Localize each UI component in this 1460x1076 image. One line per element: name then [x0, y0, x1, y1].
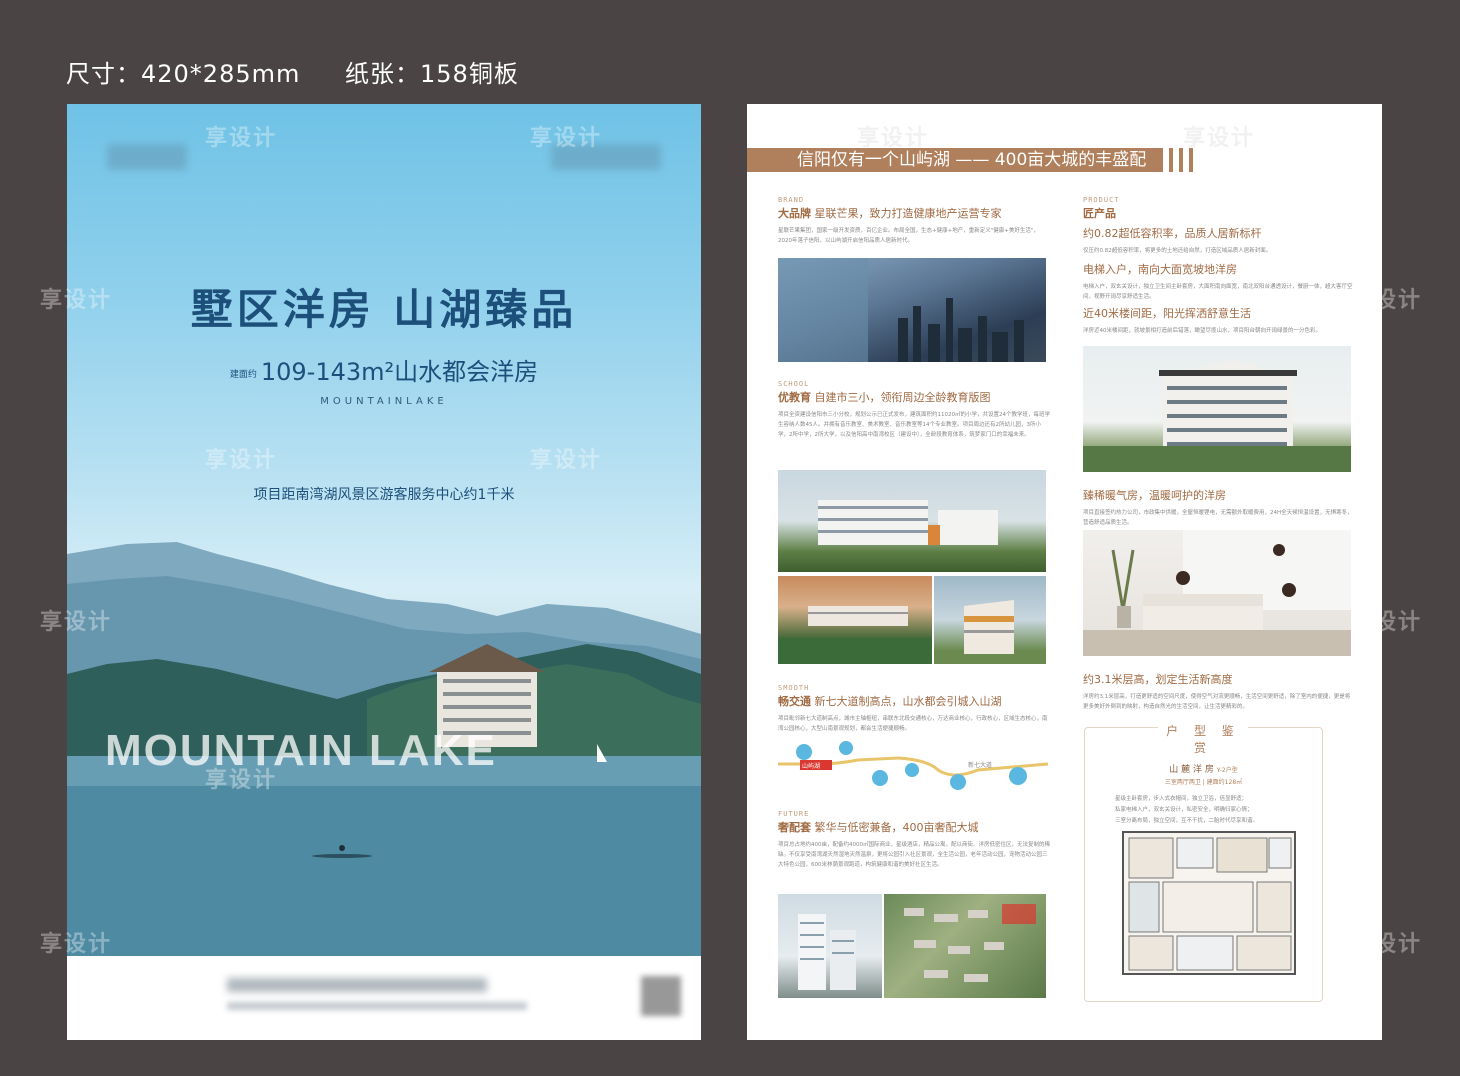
map-label-project: 山屿湖 — [802, 762, 820, 770]
area-line: 建面约 109-143m²山水都会洋房 — [67, 352, 701, 387]
watermark: 享设计 — [530, 448, 603, 473]
product-title: 约0.82超低容积率，品质人居新标杆 — [1083, 227, 1262, 240]
traffic-text: 项目毗邻新七大道制高点，城市主轴枢纽，串联东北段交通核心，万达商业核心，行政核心… — [778, 716, 1048, 732]
school-campus-photo — [778, 576, 932, 664]
spec-line: 尺寸：420*285mm 纸张：158铜板 — [66, 54, 555, 89]
english-name: MOUNTAINLAKE — [320, 396, 448, 407]
traffic-title: 畅交通 新七大道制高点，山水都会引城入山湖 — [778, 695, 1002, 708]
ceiling-text: 洋房约3.1米层高，打造更舒适的空间尺度，使得空气对流更顺畅，生活空间更舒适，除… — [1083, 694, 1351, 710]
watermark: 享设计 — [530, 126, 603, 151]
future-tag: FUTURE — [778, 810, 810, 818]
plan-feature-3: 三室分离布局，独立空间，互不干扰，二胎时代尽享和谐。 — [1115, 818, 1259, 824]
residential-building-photo — [1083, 346, 1351, 472]
commercial-tower-photo — [778, 894, 882, 998]
area-text: 109-143m²山水都会洋房 — [260, 358, 539, 386]
future-text: 项目总占地约400亩，配备约4000㎡国际商业，星级酒店，精品公寓，配以商街、洋… — [778, 842, 1050, 868]
school-title: 优教育 自建市三小，领衔周边全龄教育版图 — [778, 391, 991, 404]
banner-title: 信阳仅有一个山屿湖 —— 400亩大城的丰盛配套 — [747, 148, 1163, 194]
school-section: SCHOOL 优教育 自建市三小，领衔周边全龄教育版图 项目全资建设信阳市三小分… — [778, 380, 1050, 440]
brand-tag: BRAND — [778, 196, 805, 204]
traffic-map: 山屿湖 新七大道 — [778, 741, 1048, 790]
product-title-bold: 匠产品 — [1083, 207, 1116, 220]
watermark: 享设计 — [40, 288, 113, 313]
ceiling-section: 约3.1米层高，划定生活新高度 洋房约3.1米层高，打造更舒适的空间尺度，使得空… — [1083, 670, 1355, 712]
paper-spec: 纸张：158铜板 — [345, 60, 519, 88]
plan-heading: 户 型 鉴 赏 — [1158, 722, 1248, 756]
front-cover: 墅区洋房 山湖臻品 建面约 109-143m²山水都会洋房 MOUNTAINLAK… — [67, 104, 701, 1040]
cover-footer — [67, 956, 701, 1040]
city-view-photo — [778, 258, 1046, 362]
watermark: 享设计 — [40, 932, 113, 957]
future-title: 奢配套 繁华与低密兼备，400亩奢配大城 — [778, 821, 979, 834]
elevator-section: 电梯入户，南向大面宽坡地洋房 电梯入户，双玄关设计，独立卫生间主卧套房，大面积南… — [1083, 260, 1355, 302]
future-section: FUTURE 奢配套 繁华与低密兼备，400亩奢配大城 项目总占地约400亩，配… — [778, 810, 1050, 870]
school-building-photo — [934, 576, 1046, 664]
watermark: 享设计 — [857, 126, 930, 151]
qr-code-blurred — [641, 976, 681, 1016]
brand-section: BRAND 大品牌 星联芒果，致力打造健康地产运营专家 星联芒果集团，国家一级开… — [778, 196, 1050, 246]
plan-features: 星级主卧套房，步入式衣帽间，独立卫浴，倍显舒适； 私家电梯入户，双玄关设计，私密… — [1115, 794, 1322, 827]
plan-feature-1: 星级主卧套房，步入式衣帽间，独立卫浴，倍显舒适； — [1115, 796, 1248, 802]
map-label-road: 新七大道 — [968, 761, 992, 769]
watermark: 享设计 — [1350, 610, 1423, 635]
spacing-text: 洋房近40米楼间距，就坡景相打造前后错落，瞰望尽揽山水，项目阳台朝向开阔绿景的一… — [1083, 328, 1322, 334]
product-text: 仅压约0.82超低容积率，将更多的土地还给自然，打造区域品质人居新封面。 — [1083, 248, 1272, 254]
traffic-section: SMOOTH 畅交通 新七大道制高点，山水都会引城入山湖 项目毗邻新七大道制高点… — [778, 684, 1050, 734]
traffic-tag: SMOOTH — [778, 684, 810, 692]
headline: 墅区洋房 山湖臻品 — [190, 285, 578, 334]
floor-plan-drawing — [1122, 831, 1296, 975]
elevator-title: 电梯入户，南向大面宽坡地洋房 — [1083, 263, 1237, 276]
product-section: PRODUCT 匠产品 约0.82超低容积率，品质人居新标杆 仅压约0.82超低… — [1083, 196, 1355, 256]
plan-name: 山 麓 洋 房 Y-2户型 — [1169, 765, 1238, 775]
watermark: 享设计 — [205, 126, 278, 151]
banner-bars — [1169, 148, 1199, 176]
floor-plan-card: 户 型 鉴 赏 山 麓 洋 房 Y-2户型 三室两厅两卫 | 建面约128㎡ 星… — [1084, 722, 1323, 1002]
school-text: 项目全资建设信阳市三小分校，规划公示已正式发布，建筑面积约11020㎡的小学，共… — [778, 412, 1050, 438]
distance-note: 项目距南湾湖风景区游客服务中心约1千米 — [253, 487, 515, 503]
plan-desc: 三室两厅两卫 | 建面约128㎡ — [1164, 779, 1243, 786]
watermark: 享设计 — [1350, 288, 1423, 313]
footer-blurred-address — [227, 1002, 527, 1010]
area-prefix: 建面约 — [229, 369, 257, 380]
school-tag: SCHOOL — [778, 380, 810, 388]
back-page: 信阳仅有一个山屿湖 —— 400亩大城的丰盛配套 BRAND 大品牌 星联芒果，… — [747, 104, 1382, 1040]
watermark: 享设计 — [205, 448, 278, 473]
size-spec: 尺寸：420*285mm — [66, 60, 301, 88]
watermark: 享设计 — [40, 610, 113, 635]
ceiling-title: 约3.1米层高，划定生活新高度 — [1083, 673, 1233, 686]
school-render-photo — [778, 470, 1046, 572]
brand-title: 大品牌 星联芒果，致力打造健康地产运营专家 — [778, 207, 1002, 220]
brand-logo-blurred — [107, 144, 187, 170]
watermark: 享设计 — [1350, 932, 1423, 957]
watermark: 享设计 — [205, 768, 278, 793]
footer-blurred-text — [227, 978, 487, 992]
heating-text: 项目直接签约热力公司，市政集中供暖，全屋恒暖锂电，无需额外取暖费用，24H全天候… — [1083, 510, 1353, 526]
aerial-plan-photo — [884, 894, 1046, 998]
watermark: 享设计 — [1183, 126, 1256, 151]
heating-title: 臻稀暖气房，温暖呵护的洋房 — [1083, 489, 1226, 502]
spacing-title: 近40米楼间距，阳光挥洒舒意生活 — [1083, 307, 1251, 320]
spacing-section: 近40米楼间距，阳光挥洒舒意生活 洋房近40米楼间距，就坡景相打造前后错落，瞰望… — [1083, 304, 1355, 336]
product-tag: PRODUCT — [1083, 196, 1120, 204]
brand-text: 星联芒果集团，国家一级开发资质，百亿企业。布局全国，生态+健康+地产，重新定义"… — [778, 228, 1039, 244]
mountain-lake-overlay: MOUNTAIN LAKE — [105, 726, 497, 775]
family-living-photo — [1083, 530, 1351, 656]
elevator-text: 电梯入户，双玄关设计，独立卫生间主卧套房，大面积南向面宽，南北双阳台通透设计，餐… — [1083, 284, 1353, 300]
heating-section: 臻稀暖气房，温暖呵护的洋房 项目直接签约热力公司，市政集中供暖，全屋恒暖锂电，无… — [1083, 486, 1355, 528]
plan-feature-2: 私家电梯入户，双玄关设计，私密安全，明确归家心情； — [1115, 807, 1253, 813]
